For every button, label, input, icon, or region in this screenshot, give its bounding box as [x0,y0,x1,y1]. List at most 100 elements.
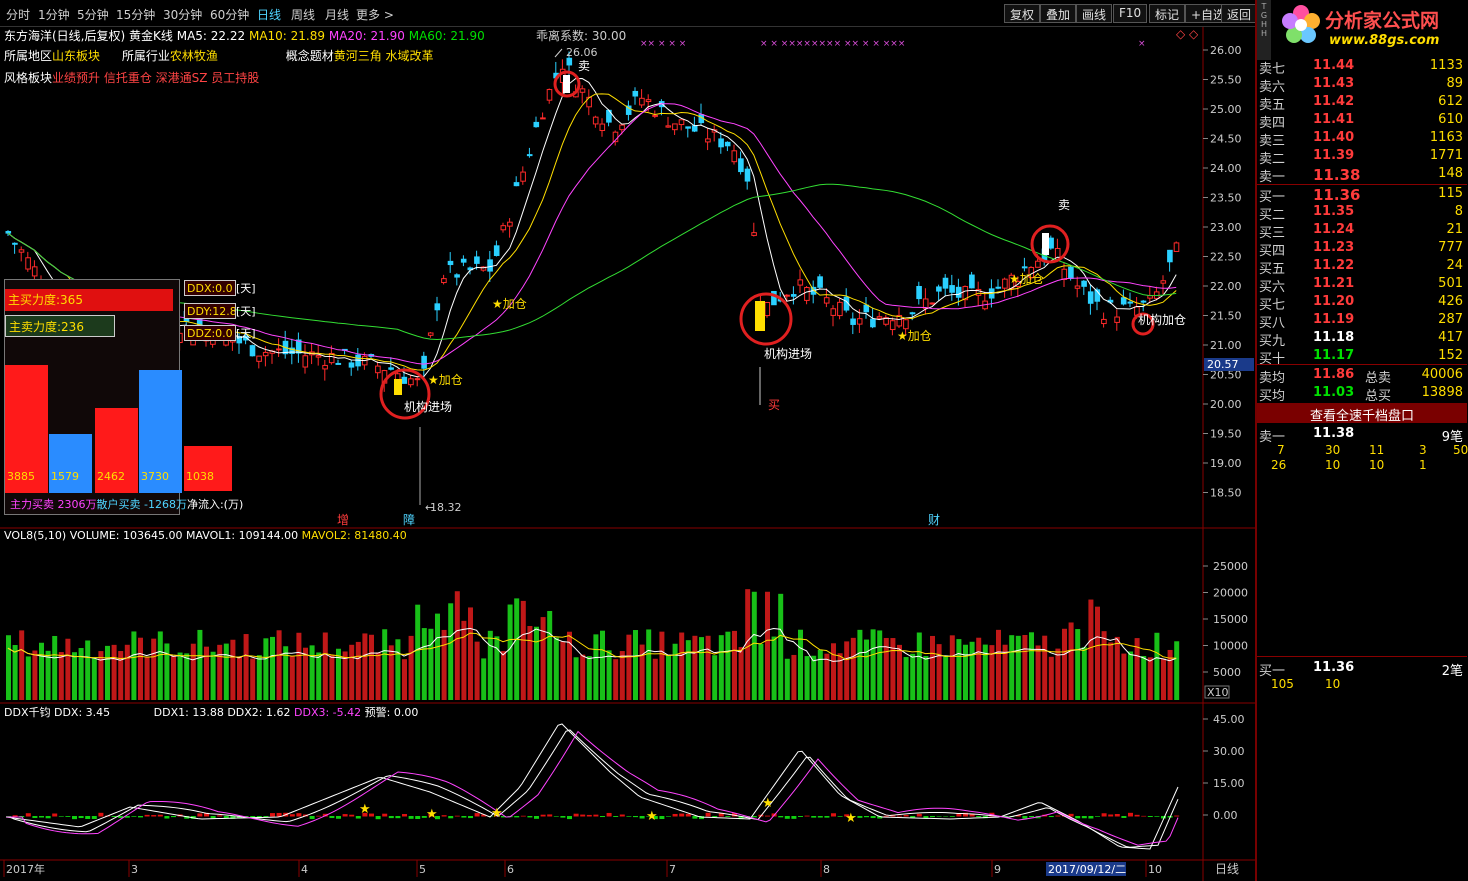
period-tab-daily[interactable]: 日线 [257,6,281,23]
ddx-float-panel[interactable]: 主买力度:365 主卖力度:236 3885 1579 2462 3730 主力… [4,279,243,515]
flow-val-1: 3885 [7,470,35,483]
period-toolbar: 分时 1分钟 5分钟 15分钟 30分钟 60分钟 日线 周线 月线 更多 > … [0,0,1258,27]
overlay-button[interactable]: 叠加 [1040,4,1077,23]
time-axis: 2017年 3 4 5 6 7 8 9 10 [3,860,1162,877]
ma60-label: MA60: 21.90 [408,29,485,43]
sell-row-5[interactable]: 卖五 11.42 612 [1257,94,1467,113]
zhumai-bar: 主买力度:365 [5,289,173,311]
inst-add-label: 机构加仓 [1138,312,1186,327]
sell-row-6[interactable]: 卖六 11.43 89 [1257,76,1467,95]
vol-tick: 10000 [1213,640,1248,653]
buy-row-4[interactable]: 买四 11.23 777 [1257,240,1467,259]
svg-text:×: × [1138,39,1146,49]
concept-value[interactable]: 黄河三角 水域改革 [334,49,434,63]
style-line: 风格板块业绩预升 信托重仓 深港通SZ 员工持股 [4,69,259,86]
buy-row-3[interactable]: 买三 11.24 21 [1257,222,1467,241]
time-tick: 6 [507,863,514,876]
back-button[interactable]: 返回 [1221,4,1258,23]
candlesticks [5,51,1180,395]
net-inflow-label: 净流入:(万) [186,498,244,511]
industry-value[interactable]: 农林牧渔 [170,49,218,63]
price-tick: 21.50 [1210,310,1242,323]
time-mode: 日线 [1215,862,1239,876]
period-tab-60min[interactable]: 60分钟 [210,6,249,23]
ddy-day: [天] [236,305,256,318]
period-tab-fenshi[interactable]: 分时 [6,6,30,23]
ddz-value: DDZ:0.0 [184,325,236,341]
ma10-label: MA10: 21.89 [248,29,326,43]
view-full-book-button[interactable]: 查看全速千档盘口 [1257,403,1467,424]
bias-label: 乖离系数: 30.00 [536,29,627,43]
period-tab-monthly[interactable]: 月线 [325,6,349,23]
period-tab-1min[interactable]: 1分钟 [38,6,70,23]
period-tab-30min[interactable]: 30分钟 [163,6,202,23]
current-price-tag: 20.57 [1207,358,1239,371]
flow-bar-5 [184,446,232,491]
volume-bars [6,589,1180,700]
ddx-tick: 15.00 [1213,777,1245,790]
draw-button[interactable]: 画线 [1076,4,1113,23]
buy-row-1[interactable]: 买一 11.36 115 [1257,186,1467,205]
sell-row-4[interactable]: 卖四 11.41 610 [1257,112,1467,131]
panel-tab[interactable]: TGHH [1257,0,1271,60]
ddxi-warn: 预警: 0.00 [364,706,419,719]
low-price-label: 18.32 [430,501,462,514]
sell-row-7[interactable]: 卖七 11.44 1133 [1257,58,1467,77]
price-tick: 21.00 [1210,339,1242,352]
vol-tick: 5000 [1213,666,1241,679]
inst-entry-label: 机构进场 [404,399,452,414]
time-tick: 4 [301,863,308,876]
flow-bar-2 [49,434,92,493]
add-mark-2: ★加仓 [428,373,463,387]
sector-line: 所属地区山东板块 所属行业农林牧渔 概念题材黄河三角 水域改革 [4,47,434,64]
ddxi-ddx3: DDX3: -5.42 [294,706,362,719]
vol-tick: 15000 [1213,613,1248,626]
add-mark-3: ★加仓 [897,329,932,343]
sell-row-1[interactable]: 卖一 11.38 148 [1257,166,1467,185]
time-tick: 2017年 [6,862,45,876]
period-tab-5min[interactable]: 5分钟 [77,6,109,23]
chart-header: 东方海洋(日线,后复权) 黄金K线 MA5: 22.22 MA10: 21.89… [4,27,485,44]
sell-row-3[interactable]: 卖三 11.40 1163 [1257,130,1467,149]
period-tab-more[interactable]: 更多 > [356,6,394,23]
zhumai2-bar: 主卖力度:236 [5,315,115,337]
price-tick: 23.00 [1210,221,1242,234]
flow-val-2: 1579 [51,470,79,483]
ddx-tick: 0.00 [1213,809,1238,822]
region-label: 所属地区 [4,49,53,63]
fuquan-button[interactable]: 复权 [1004,4,1041,23]
time-tick: 7 [669,863,676,876]
buy-row-5[interactable]: 买五 11.22 24 [1257,258,1467,277]
ddy-value: DDY:12.8 [184,303,236,319]
period-tab-15min[interactable]: 15分钟 [116,6,155,23]
ddx-panel-footer: 主力买卖 2306万散户买卖 -1268万净流入:(万) [10,496,243,512]
region-value[interactable]: 山东板块 [52,49,100,63]
high-price-label: 26.06 [566,46,598,59]
price-tick: 24.50 [1210,133,1242,146]
f10-button[interactable]: F10 [1113,4,1148,23]
sell-row-2[interactable]: 卖二 11.39 1771 [1257,148,1467,167]
logo-url: www.88gs.com [1329,33,1440,48]
buy-row-6[interactable]: 买六 11.21 501 [1257,276,1467,295]
ddx-lines: ★ ★ ★ ★ ★ ★ [5,723,1179,850]
svg-text:★: ★ [359,802,371,817]
mark-button[interactable]: 标记 [1149,4,1186,23]
buy-row-8[interactable]: 买八 11.19 287 [1257,312,1467,331]
buy-row-7[interactable]: 买七 11.20 426 [1257,294,1467,313]
time-tick: 5 [419,863,426,876]
time-tick: 3 [131,863,138,876]
kline-type: 黄金K线 [129,29,173,43]
add-mark-1: ★加仓 [492,297,527,311]
volume-axis: 25000 20000 15000 10000 5000 [1203,560,1248,679]
vol-tick: 25000 [1213,560,1248,573]
buy-row-9[interactable]: 买九 11.18 417 [1257,330,1467,349]
mavol1: MAVOL1: 109144.00 [185,529,299,542]
event-zeng: 增 [337,513,349,527]
price-tick: 23.50 [1210,192,1242,205]
ddxi-title: DDX千钧 [4,706,51,719]
svg-text:★: ★ [491,806,503,821]
style-value[interactable]: 业绩预升 信托重仓 深港通SZ 员工持股 [52,71,259,85]
buy-row-2[interactable]: 买二 11.35 8 [1257,204,1467,223]
price-tick: 22.00 [1210,280,1242,293]
period-tab-weekly[interactable]: 周线 [291,6,315,23]
